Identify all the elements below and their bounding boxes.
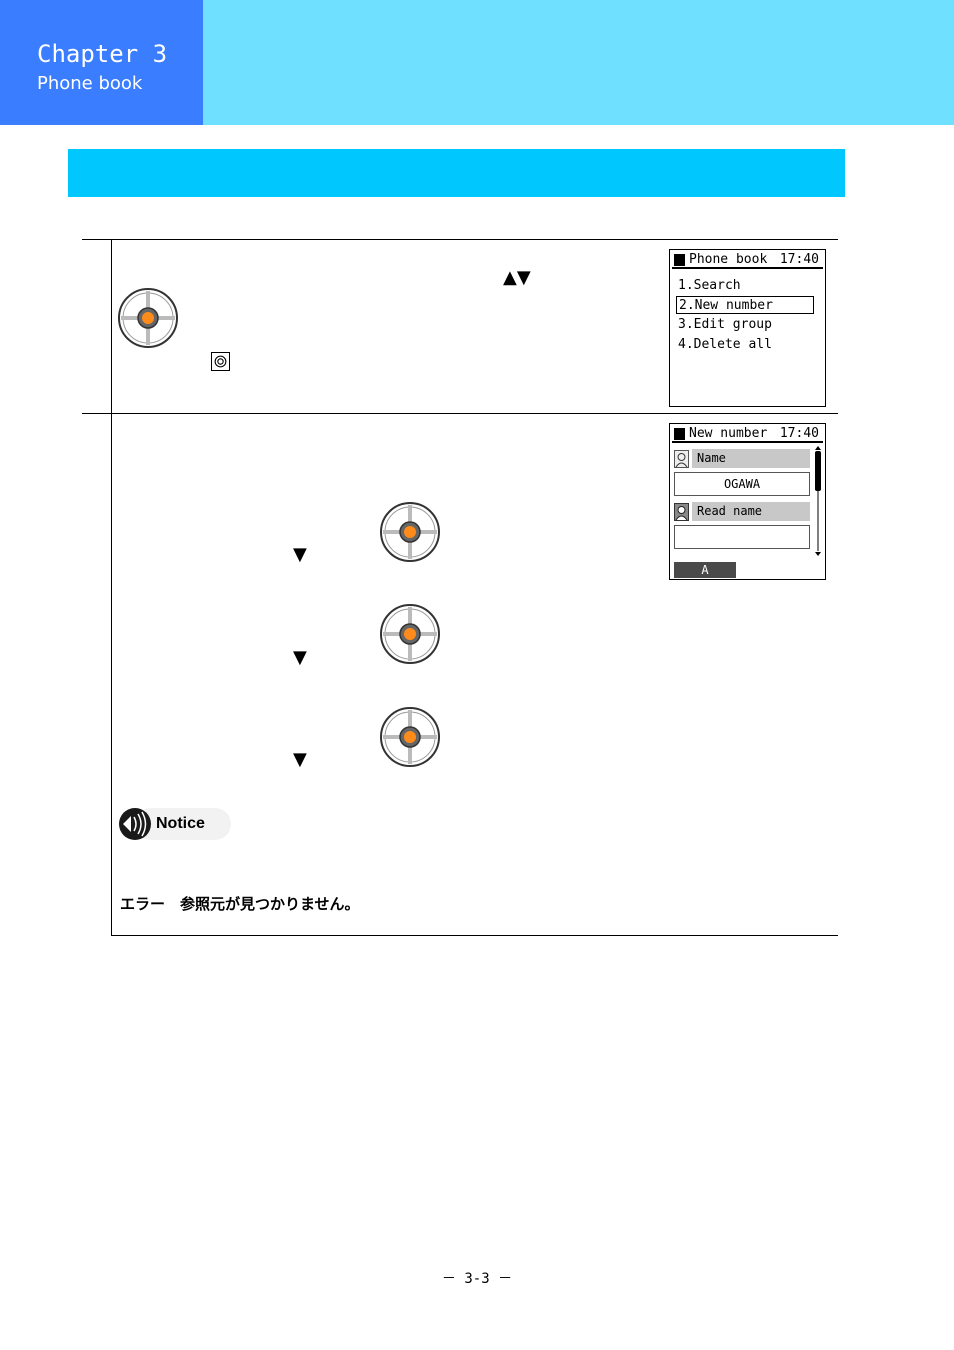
dpad-icon xyxy=(380,604,440,664)
select-key-icon xyxy=(211,352,230,371)
name-field-label: Name xyxy=(692,449,810,468)
error-message: エラー 参照元が見つかりません。 xyxy=(120,895,360,913)
step-divider xyxy=(82,413,838,414)
menu-item-new-number[interactable]: 2.New number xyxy=(676,296,814,314)
screen-time: 17:40 xyxy=(779,252,819,267)
dpad-icon xyxy=(118,288,178,348)
screen-titlebar: New number 17:40 xyxy=(672,426,823,443)
person-icon xyxy=(674,503,689,521)
screen-time: 17:40 xyxy=(779,426,819,441)
name-field[interactable]: OGAWA xyxy=(674,472,810,496)
read-name-field-label: Read name xyxy=(692,502,810,521)
antenna-icon xyxy=(674,428,685,440)
input-mode-indicator: A xyxy=(674,562,736,578)
dpad-icon xyxy=(380,707,440,767)
menu-item-delete-all[interactable]: 4.Delete all xyxy=(676,336,772,354)
table-column-divider xyxy=(111,239,112,936)
down-arrow-key: ▼ xyxy=(293,647,307,668)
dpad-icon xyxy=(380,502,440,562)
section-title-bar xyxy=(68,149,845,197)
notice-badge: Notice xyxy=(117,806,233,842)
table-top-border xyxy=(82,239,838,240)
chapter-title: Chapter 3 xyxy=(37,40,168,68)
antenna-icon xyxy=(674,254,685,266)
phone-screen-new-number: New number 17:40 Name OGAWA Read name A xyxy=(669,423,826,580)
phone-screen-phonebook: Phone book 17:40 1.Search 2.New number 3… xyxy=(669,249,826,407)
down-arrow-key: ▼ xyxy=(293,544,307,565)
notice-label: Notice xyxy=(156,815,205,832)
scrollbar[interactable] xyxy=(814,446,822,556)
up-down-arrow-keys: ▲▼ xyxy=(503,267,531,288)
page-number: － 3-3 － xyxy=(441,1271,513,1287)
chapter-subtitle: Phone book xyxy=(37,73,143,94)
read-name-field[interactable] xyxy=(674,525,810,549)
table-bottom-border xyxy=(111,935,838,936)
person-icon xyxy=(674,450,689,468)
menu-item-search[interactable]: 1.Search xyxy=(676,277,741,295)
chapter-box: Chapter 3 Phone book xyxy=(0,0,203,125)
screen-title: New number xyxy=(689,426,768,441)
screen-titlebar: Phone book 17:40 xyxy=(672,252,823,269)
down-arrow-key: ▼ xyxy=(293,749,307,770)
menu-item-edit-group[interactable]: 3.Edit group xyxy=(676,316,772,334)
screen-title: Phone book xyxy=(689,252,768,267)
